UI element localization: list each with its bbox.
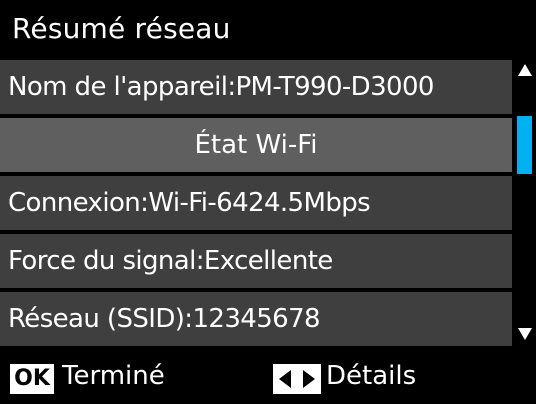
list-item-signal-strength[interactable]: Force du signal:Excellente bbox=[0, 234, 512, 288]
list-item-connection[interactable]: Connexion:Wi-Fi-6424.5Mbps bbox=[0, 176, 512, 230]
network-summary-list[interactable]: Nom de l'appareil:PM-T990-D3000 État Wi-… bbox=[0, 60, 512, 346]
ok-key-label: Terminé bbox=[62, 361, 165, 391]
triangle-down-icon[interactable] bbox=[518, 328, 532, 340]
left-right-keys-button[interactable] bbox=[273, 364, 321, 394]
scroll-thumb[interactable] bbox=[517, 116, 532, 174]
title-bar: Résumé réseau bbox=[0, 0, 536, 56]
details-label: Détails bbox=[326, 361, 417, 391]
page-title: Résumé réseau bbox=[12, 11, 231, 45]
triangle-right-icon bbox=[303, 370, 315, 388]
list-item-label: Réseau (SSID):12345678 bbox=[8, 304, 321, 334]
list-item-label: Nom de l'appareil:PM-T990-D3000 bbox=[8, 72, 434, 102]
section-header-wifi-status: État Wi-Fi bbox=[0, 118, 512, 172]
printer-lcd-screen: Résumé réseau Nom de l'appareil:PM-T990-… bbox=[0, 0, 536, 404]
list-item-label: Connexion:Wi-Fi-6424.5Mbps bbox=[8, 188, 371, 218]
triangle-left-icon bbox=[279, 370, 291, 388]
ok-key-button[interactable]: OK bbox=[10, 364, 54, 394]
list-item-device-name[interactable]: Nom de l'appareil:PM-T990-D3000 bbox=[0, 60, 512, 114]
triangle-up-icon[interactable] bbox=[518, 64, 532, 76]
section-header-label: État Wi-Fi bbox=[194, 130, 318, 160]
list-item-ssid[interactable]: Réseau (SSID):12345678 bbox=[0, 292, 512, 346]
footer-bar: OK Terminé Détails bbox=[0, 352, 536, 404]
scrollbar[interactable] bbox=[514, 60, 536, 346]
list-item-label: Force du signal:Excellente bbox=[8, 246, 333, 276]
